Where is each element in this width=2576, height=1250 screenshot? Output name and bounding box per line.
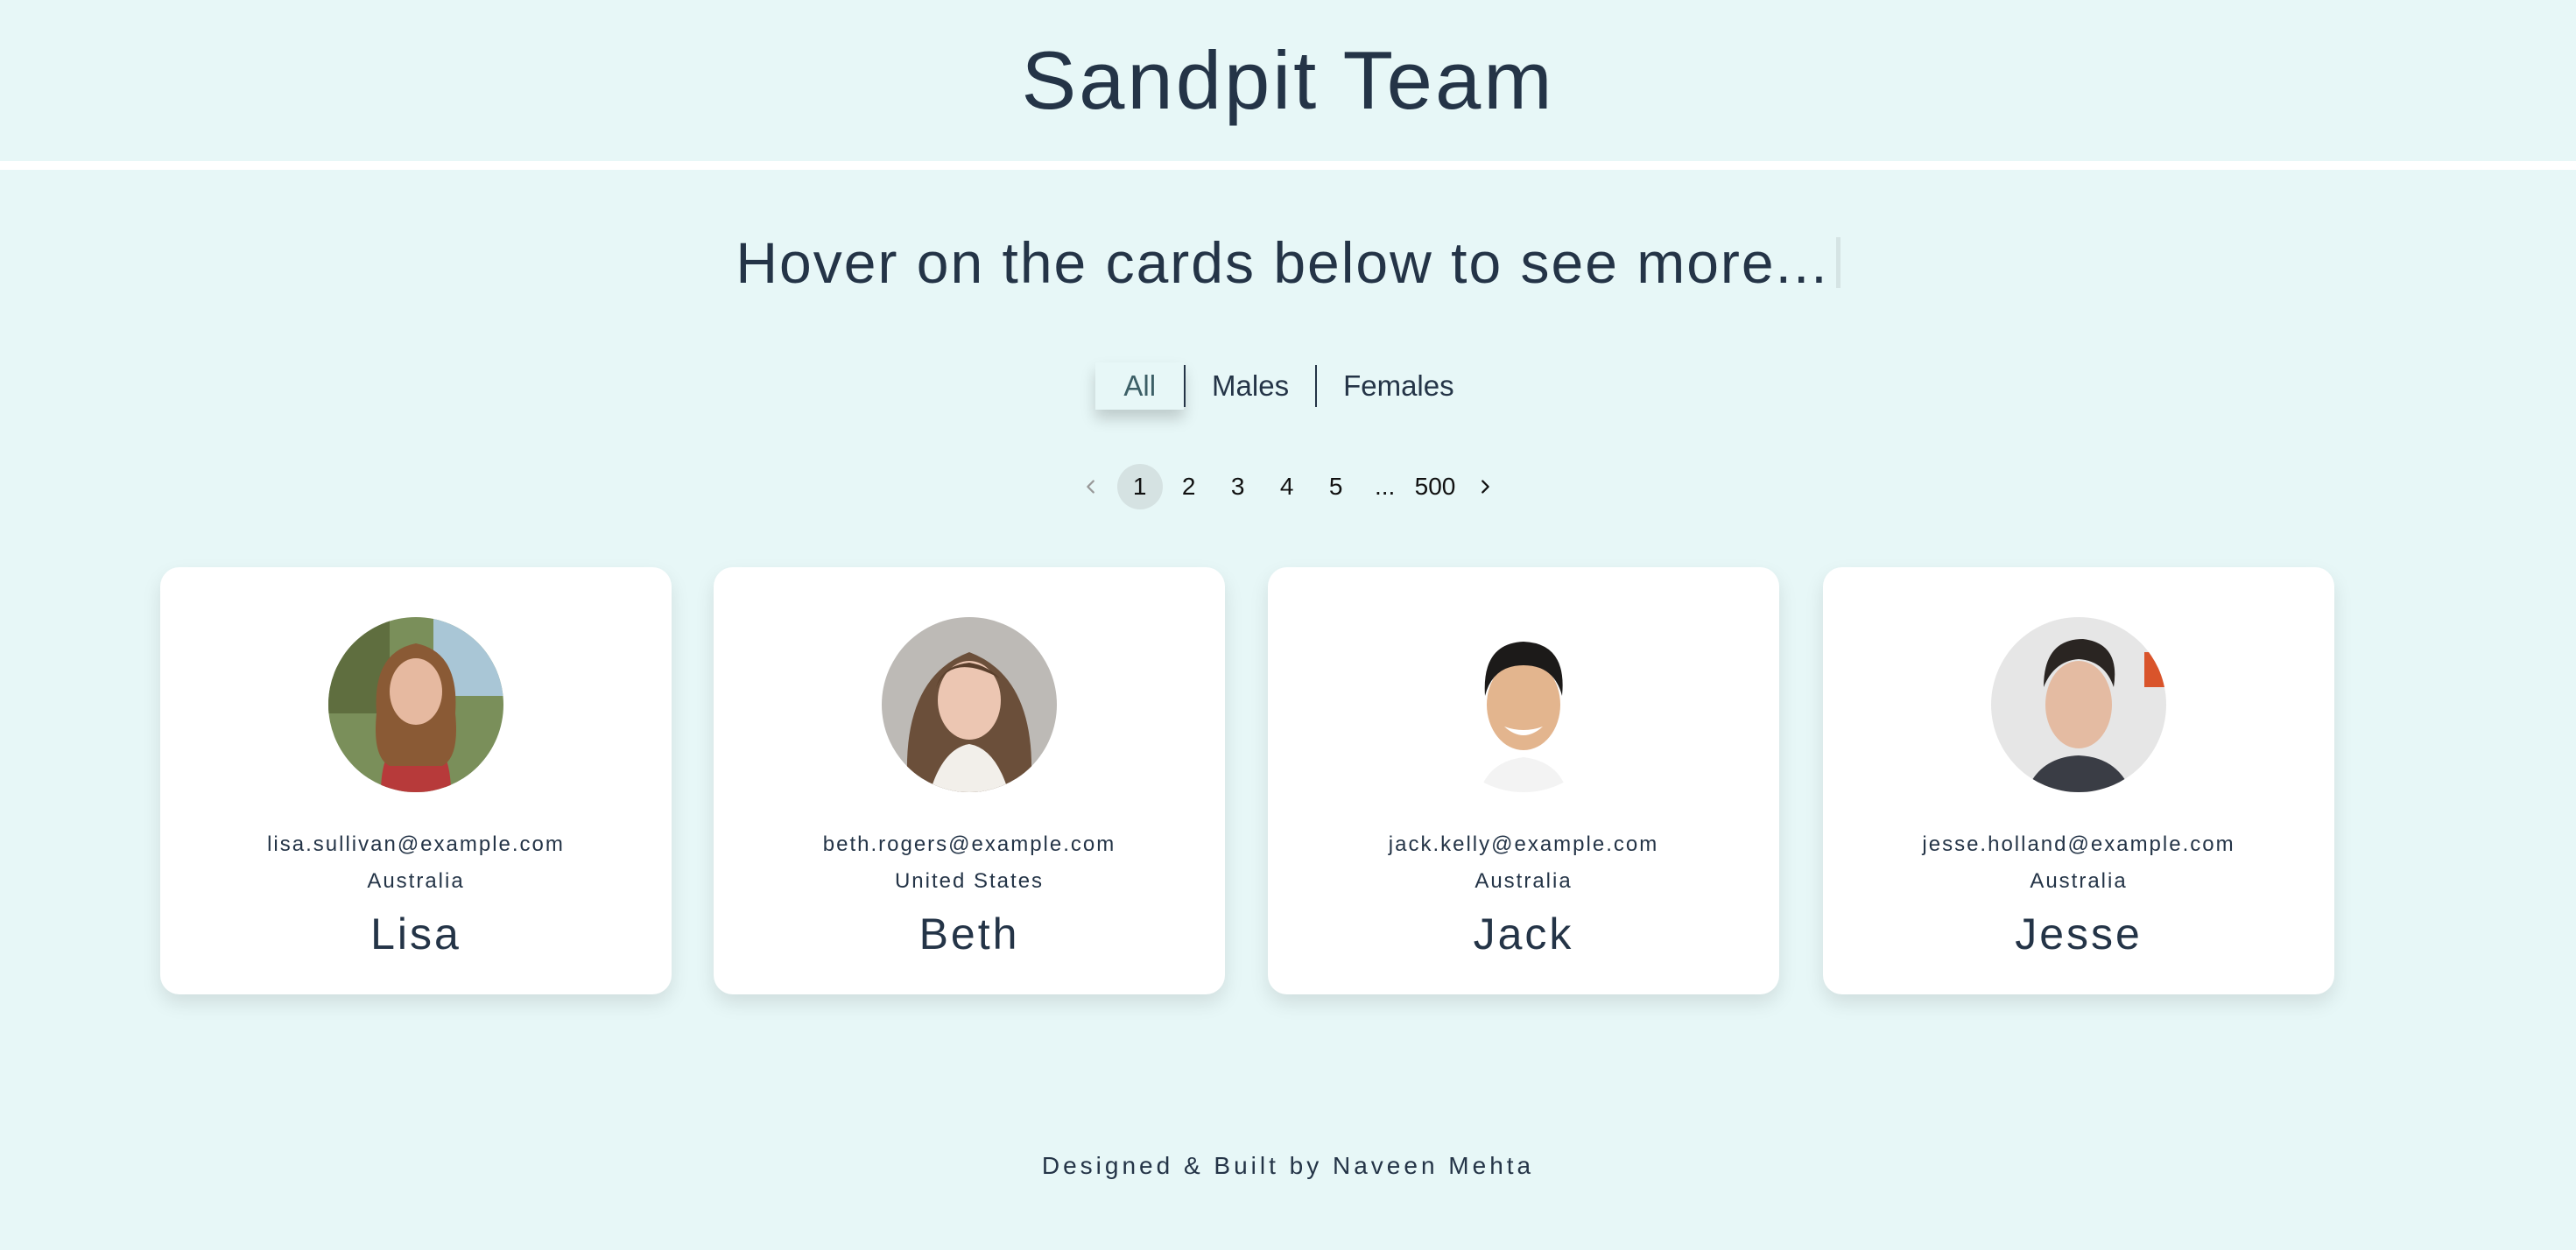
team-member-card[interactable]: jesse.holland@example.com Australia Jess… <box>1823 567 2334 994</box>
member-name: Jesse <box>2015 909 2143 959</box>
site-header: Sandpit Team <box>0 0 2576 161</box>
page-button-1[interactable]: 1 <box>1116 464 1163 509</box>
member-country: Australia <box>367 869 465 893</box>
page-button-4[interactable]: 4 <box>1264 464 1310 509</box>
page-ellipsis: ... <box>1374 473 1396 500</box>
page: Sandpit Team Hover on the cards below to… <box>0 0 2576 1250</box>
site-title: Sandpit Team <box>1021 34 1555 126</box>
member-email: jack.kelly@example.com <box>1388 832 1659 856</box>
filter-females-button[interactable]: Females <box>1317 362 1481 410</box>
member-email: jesse.holland@example.com <box>1922 832 2235 856</box>
filter-all-button[interactable]: All <box>1095 362 1185 410</box>
profile-photo-icon <box>1991 617 2166 792</box>
member-email: beth.rogers@example.com <box>822 832 1116 856</box>
page-button-5[interactable]: 5 <box>1313 464 1359 509</box>
profile-photo-icon <box>328 617 503 792</box>
chevron-left-icon <box>1086 480 1094 494</box>
member-email: lisa.sullivan@example.com <box>267 832 565 856</box>
header-divider <box>0 161 2576 170</box>
page-button-3[interactable]: 3 <box>1215 464 1261 509</box>
next-page-button[interactable] <box>1462 464 1508 509</box>
gender-filter: All Males Females <box>0 362 2576 410</box>
hover-hint: Hover on the cards below to see more... <box>0 229 2576 296</box>
team-member-card[interactable]: jack.kelly@example.com Australia Jack <box>1268 567 1779 994</box>
typing-caret <box>1835 237 1841 288</box>
pagination: 1 2 3 4 5 ... 500 <box>0 464 2576 509</box>
filter-males-button[interactable]: Males <box>1186 362 1315 410</box>
prev-page-button[interactable] <box>1068 464 1114 509</box>
avatar <box>1436 617 1611 792</box>
page-button-2[interactable]: 2 <box>1166 464 1212 509</box>
member-country: Australia <box>1475 869 1573 893</box>
member-country: Australia <box>2030 869 2128 893</box>
profile-photo-icon <box>1436 617 1611 792</box>
team-member-card[interactable]: lisa.sullivan@example.com Australia Lisa <box>160 567 672 994</box>
team-member-card[interactable]: beth.rogers@example.com United States Be… <box>714 567 1225 994</box>
profile-photo-icon <box>882 617 1057 792</box>
avatar <box>1991 617 2166 792</box>
member-country: United States <box>894 869 1045 893</box>
member-name: Jack <box>1473 909 1574 959</box>
chevron-right-icon <box>1482 480 1490 494</box>
member-name: Beth <box>918 909 1020 959</box>
avatar <box>328 617 503 792</box>
hover-hint-text: Hover on the cards below to see more... <box>735 230 1829 295</box>
avatar <box>882 617 1057 792</box>
member-name: Lisa <box>370 909 461 959</box>
footer-credit: Designed & Built by Naveen Mehta <box>1041 1152 1535 1179</box>
page-button-500[interactable]: 500 <box>1411 464 1460 509</box>
